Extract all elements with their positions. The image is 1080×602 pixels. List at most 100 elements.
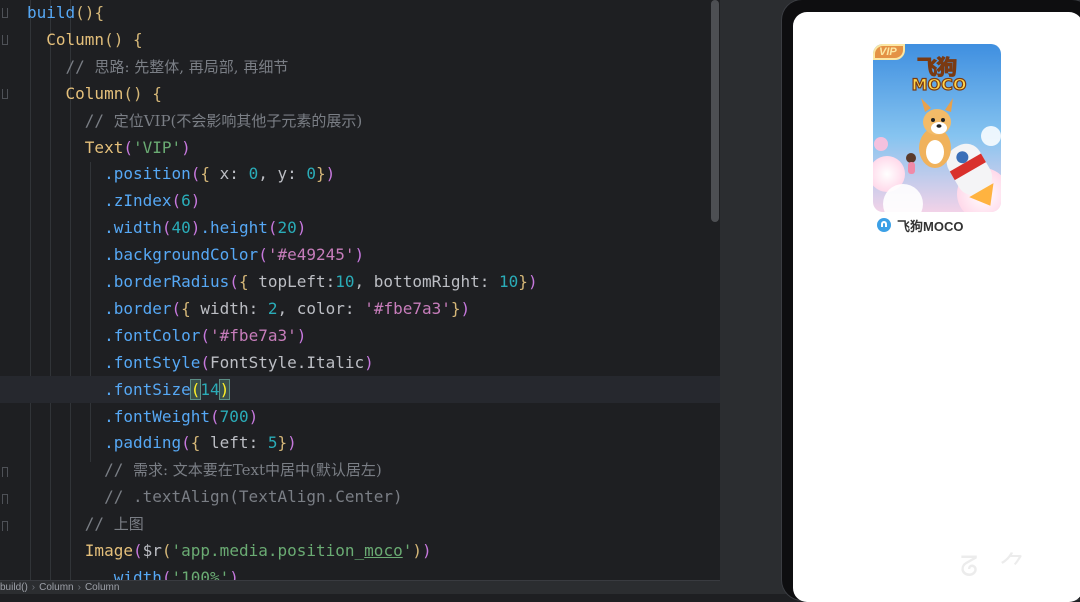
- code-line[interactable]: // 定位VIP(不会影响其他子元素的展示): [0, 107, 720, 134]
- code-line[interactable]: .fontStyle(FontStyle.Italic): [0, 349, 720, 376]
- code-token: //: [104, 460, 133, 480]
- code-token: 20: [277, 218, 297, 238]
- code-token: (: [171, 191, 182, 211]
- vip-badge: VIP: [873, 44, 905, 60]
- code-token: }: [450, 298, 461, 318]
- breadcrumb-item[interactable]: build(): [0, 582, 28, 593]
- code-token: 上图: [113, 515, 144, 534]
- code-line[interactable]: // 需求: 文本要在Text中居中(默认居左): [0, 456, 720, 483]
- code-token: x:: [219, 164, 249, 184]
- code-token: 14: [200, 379, 220, 399]
- code-token: //: [84, 110, 114, 130]
- code-token: // .textAlign(TextAlign.Center): [104, 487, 403, 507]
- code-token: (: [132, 541, 143, 560]
- code-token: {: [181, 298, 201, 318]
- code-line[interactable]: .fontSize(14): [0, 375, 720, 403]
- code-token: .width: [104, 218, 162, 238]
- code-line[interactable]: .borderRadius({ topLeft:10, bottomRight:…: [0, 268, 720, 295]
- code-token: .fontSize: [104, 379, 191, 399]
- code-token: 10: [499, 272, 519, 291]
- code-token: ): [190, 191, 201, 211]
- code-line[interactable]: Column() {: [0, 80, 720, 107]
- code-token: () {: [123, 83, 162, 103]
- code-token: Image: [84, 541, 133, 560]
- code-line[interactable]: .fontWeight(700): [0, 403, 720, 430]
- code-token: ): [287, 433, 297, 453]
- code-line[interactable]: Column() {: [0, 26, 720, 53]
- code-token: ): [325, 164, 336, 184]
- code-token: 'VIP': [132, 137, 182, 157]
- code-token: {: [238, 272, 259, 291]
- breadcrumb-item[interactable]: Column: [85, 582, 119, 593]
- code-token: FontStyle.Italic: [210, 352, 365, 372]
- code-line[interactable]: // 思路: 先整体, 再局部, 再细节: [0, 53, 720, 80]
- code-line[interactable]: // 上图: [0, 510, 720, 537]
- code-line[interactable]: .fontColor('#fbe7a3'): [0, 322, 720, 349]
- moco-poster-image: 飞狗 MOCO: [873, 44, 1001, 212]
- code-line[interactable]: .backgroundColor('#e49245'): [0, 241, 720, 268]
- code-token: .height: [200, 218, 268, 238]
- code-token: .fontWeight: [104, 406, 211, 426]
- code-line[interactable]: .padding({ left: 5}): [0, 429, 720, 456]
- poster-subtitle: MOCO: [912, 75, 967, 94]
- code-line[interactable]: .border({ width: 2, color: '#fbe7a3'}): [0, 295, 720, 322]
- code-token: 10: [335, 272, 355, 291]
- vertical-scrollbar[interactable]: [711, 0, 719, 222]
- code-line[interactable]: build(){: [0, 0, 720, 26]
- code-token: ): [296, 218, 307, 238]
- headphones-icon: [877, 218, 891, 232]
- code-token: topLeft:: [258, 272, 336, 291]
- code-token: (: [181, 433, 191, 453]
- code-token: .border: [104, 298, 172, 318]
- code-line[interactable]: Text('VIP'): [0, 134, 720, 161]
- code-line[interactable]: .position({ x: 0, y: 0}): [0, 160, 720, 187]
- code-token: }: [277, 433, 288, 453]
- code-line[interactable]: Image($r('app.media.position_moco')): [0, 537, 720, 564]
- code-token: (){: [75, 3, 105, 22]
- breadcrumb-separator: ›: [77, 582, 81, 593]
- code-token: (: [190, 164, 201, 184]
- code-token: (: [161, 218, 172, 238]
- code-token: .fontStyle: [104, 352, 201, 372]
- code-token: ): [364, 352, 374, 372]
- code-line[interactable]: // .textAlign(TextAlign.Center): [0, 483, 720, 510]
- code-line[interactable]: .width(40).height(20): [0, 214, 720, 241]
- code-token: Column: [46, 29, 105, 49]
- code-token: 0: [248, 164, 259, 184]
- breadcrumb-item[interactable]: Column: [39, 582, 73, 593]
- code-token: , color:: [277, 298, 365, 318]
- code-token: ): [190, 218, 201, 238]
- code-token: ): [248, 406, 259, 426]
- code-token: () {: [104, 29, 143, 49]
- code-token: ): [354, 245, 365, 265]
- code-token: width:: [200, 298, 268, 318]
- card-title-row: 飞狗MOCO: [877, 216, 963, 234]
- code-token: (: [200, 325, 211, 345]
- code-token: ): [421, 541, 432, 560]
- code-token: , bottomRight:: [354, 272, 500, 291]
- breadcrumb-separator: ›: [31, 582, 36, 593]
- code-editor[interactable]: build(){ Column() { // 思路: 先整体, 再局部, 再细节…: [0, 0, 720, 594]
- code-token: (: [171, 298, 182, 318]
- code-token: ': [402, 541, 413, 560]
- code-token: ): [412, 541, 422, 560]
- code-token: '#fbe7a3': [210, 325, 297, 345]
- code-token: $r: [142, 541, 162, 560]
- code-token: 6: [181, 191, 191, 211]
- code-line[interactable]: .zIndex(6): [0, 187, 720, 214]
- code-token: '#e49245': [267, 245, 355, 265]
- code-token: (: [258, 245, 268, 265]
